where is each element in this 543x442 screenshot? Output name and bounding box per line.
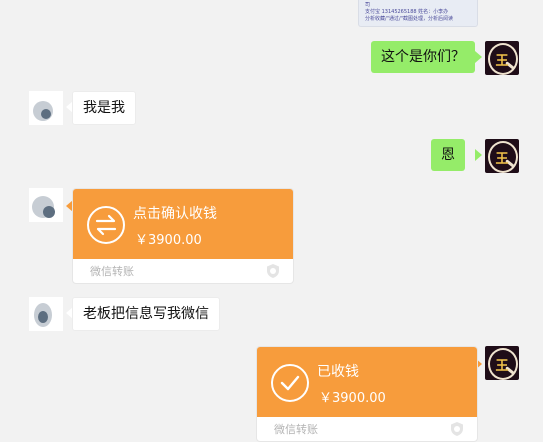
received-message-bubble[interactable]: 老板把信息写我微信: [72, 297, 220, 331]
sent-message-bubble[interactable]: 恩: [431, 139, 465, 171]
avatar-blob: [41, 109, 51, 119]
transfer-footer: 微信转账: [90, 265, 134, 278]
shield-icon: [265, 263, 281, 283]
sent-message-bubble[interactable]: 这个是你们？: [371, 41, 475, 73]
received-message-bubble[interactable]: 我是我: [72, 91, 136, 125]
transfer-card[interactable]: 点击确认收钱 ￥3900.00 微信转账: [72, 188, 294, 284]
contact-avatar[interactable]: [29, 297, 63, 331]
contact-avatar[interactable]: [29, 91, 63, 125]
user-avatar[interactable]: 王: [485, 41, 519, 75]
image-text-line: 分析收藏/"通过/"截图处理，分析后阅读: [365, 16, 453, 22]
image-text-line: 司: [365, 2, 371, 8]
user-avatar[interactable]: 王: [485, 139, 519, 173]
bubble-tail: [475, 51, 482, 63]
transfer-amount: ￥3900.00: [135, 233, 202, 248]
checkmark-icon: [271, 364, 309, 402]
transfer-card[interactable]: 已收钱 ￥3900.00 微信转账: [256, 346, 478, 442]
avatar-blob: [38, 311, 48, 323]
transfer-title: 已收钱: [317, 364, 359, 380]
transfer-arrows-icon: [87, 206, 125, 244]
image-message-card[interactable]: 司 支付宝 13145265188 姓名：小李办 分析收藏/"通过/"截图处理，…: [358, 0, 478, 27]
shield-icon: [449, 421, 465, 441]
transfer-title: 点击确认收钱: [133, 206, 217, 222]
avatar-mark: 王: [495, 152, 509, 167]
transfer-amount: ￥3900.00: [319, 391, 386, 406]
avatar-blob: [43, 206, 55, 218]
avatar-mark: 王: [495, 359, 509, 374]
bubble-tail: [475, 149, 482, 161]
user-avatar[interactable]: 王: [485, 346, 519, 380]
contact-avatar[interactable]: [29, 188, 63, 222]
avatar-mark: 王: [495, 54, 509, 69]
image-text-line: 支付宝 13145265188 姓名：小李办: [365, 9, 449, 15]
transfer-footer: 微信转账: [274, 423, 318, 436]
